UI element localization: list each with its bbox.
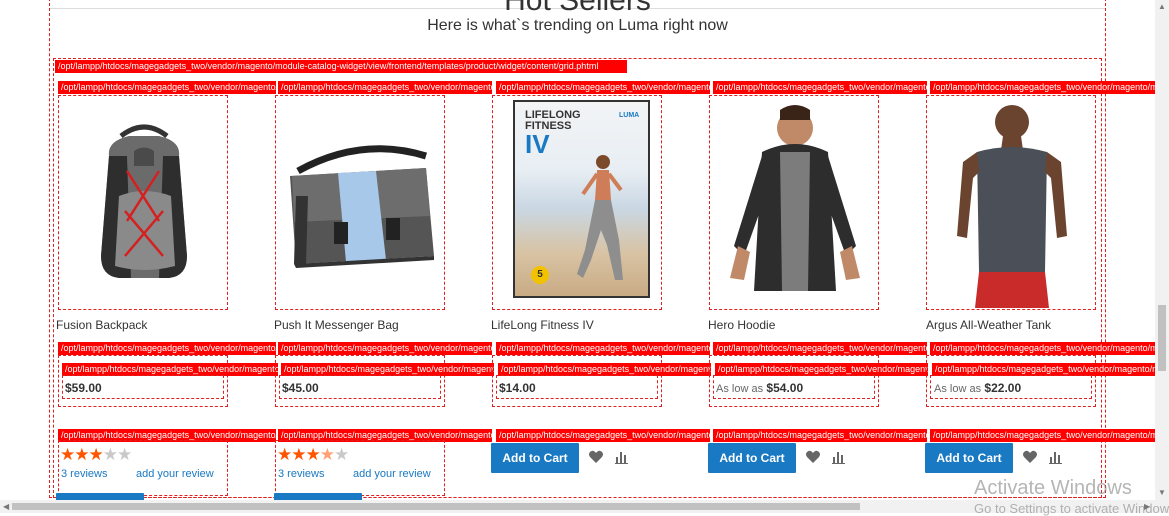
- compare-chart-icon[interactable]: [1048, 449, 1064, 470]
- compare-chart-icon[interactable]: [614, 449, 630, 470]
- messenger-bag-image: [290, 145, 434, 268]
- wishlist-heart-icon[interactable]: [588, 449, 604, 470]
- debug-grid-path: /opt/lampp/htdocs/magegadgets_two/vendor…: [55, 60, 627, 73]
- product-image-dvd[interactable]: LIFELONG FITNESS IV LUMA 5: [492, 95, 662, 310]
- debug-price-path: /opt/lampp/htdocs/magegadgets_two/vendor…: [496, 342, 710, 355]
- add-to-cart-button[interactable]: Add to Cart: [491, 443, 579, 473]
- product-name[interactable]: Hero Hoodie: [708, 318, 775, 332]
- tank-image: [957, 105, 1067, 308]
- add-to-cart-button[interactable]: Add to Cart: [708, 443, 796, 473]
- product-price: $14.00: [499, 381, 536, 395]
- add-review-link[interactable]: add your review: [353, 468, 431, 480]
- debug-review-path: /opt/lampp/htdocs/magegadgets_two/vendor…: [496, 429, 710, 442]
- dvd-badge: 5: [531, 266, 549, 284]
- dvd-brand: LUMA: [619, 112, 640, 119]
- scroll-up-arrow-icon[interactable]: ▲: [1158, 2, 1166, 11]
- reviews-link[interactable]: 3 reviews: [61, 468, 107, 480]
- debug-price-path: /opt/lampp/htdocs/magegadgets_two/vendor…: [278, 342, 492, 355]
- wishlist-heart-icon[interactable]: [805, 449, 821, 470]
- vertical-scroll-thumb[interactable]: [1158, 305, 1166, 371]
- reviews-link[interactable]: 3 reviews: [278, 468, 324, 480]
- debug-review-path: /opt/lampp/htdocs/magegadgets_two/vendor…: [930, 429, 1155, 442]
- debug-item-path: /opt/lampp/htdocs/magegadgets_two/vendor…: [58, 81, 276, 94]
- activate-windows-hint: Go to Settings to activate Windows.: [974, 501, 1169, 516]
- product-name[interactable]: Fusion Backpack: [56, 318, 147, 332]
- activate-windows-watermark: Activate Windows: [974, 477, 1132, 499]
- product-image-backpack[interactable]: [58, 95, 228, 310]
- debug-price-path: /opt/lampp/htdocs/magegadgets_two/vendor…: [58, 342, 276, 355]
- vertical-scrollbar[interactable]: ▲ ▼: [1155, 0, 1169, 513]
- scroll-down-arrow-icon[interactable]: ▼: [1158, 488, 1166, 497]
- scroll-left-arrow-icon[interactable]: ◀: [3, 502, 9, 511]
- product-name[interactable]: Argus All-Weather Tank: [926, 318, 1051, 332]
- add-to-cart-button[interactable]: Add to Cart: [925, 443, 1013, 473]
- product-image-hoodie[interactable]: [709, 95, 879, 310]
- horizontal-scroll-thumb[interactable]: [12, 503, 860, 510]
- debug-item-path: /opt/lampp/htdocs/magegadgets_two/vendor…: [278, 81, 492, 94]
- wishlist-heart-icon[interactable]: [1022, 449, 1038, 470]
- debug-price-path: /opt/lampp/htdocs/magegadgets_two/vendor…: [713, 342, 927, 355]
- debug-item-path: /opt/lampp/htdocs/magegadgets_two/vendor…: [713, 81, 927, 94]
- product-name[interactable]: LifeLong Fitness IV: [491, 318, 594, 332]
- backpack-image: [101, 124, 187, 278]
- product-image-messenger-bag[interactable]: [275, 95, 445, 310]
- runner-figure: [577, 155, 623, 280]
- product-image-tank[interactable]: [926, 95, 1096, 310]
- hoodie-image: [730, 105, 860, 291]
- product-price: As low as $22.00: [934, 381, 1022, 395]
- product-price: As low as $54.00: [716, 381, 804, 395]
- rating-stars: ★★★★★: [277, 445, 349, 464]
- debug-item-path: /opt/lampp/htdocs/magegadgets_two/vendor…: [930, 81, 1155, 94]
- product-price: $45.00: [282, 381, 319, 395]
- debug-item-path: /opt/lampp/htdocs/magegadgets_two/vendor…: [496, 81, 710, 94]
- debug-price-path: /opt/lampp/htdocs/magegadgets_two/vendor…: [930, 342, 1155, 355]
- compare-chart-icon[interactable]: [831, 449, 847, 470]
- product-name[interactable]: Push It Messenger Bag: [274, 318, 399, 332]
- debug-review-path: /opt/lampp/htdocs/magegadgets_two/vendor…: [713, 429, 927, 442]
- dvd-cover: LIFELONG FITNESS IV LUMA 5: [513, 100, 650, 298]
- rating-stars: ★★★★★: [60, 445, 132, 464]
- add-review-link[interactable]: add your review: [136, 468, 214, 480]
- product-price: $59.00: [65, 381, 102, 395]
